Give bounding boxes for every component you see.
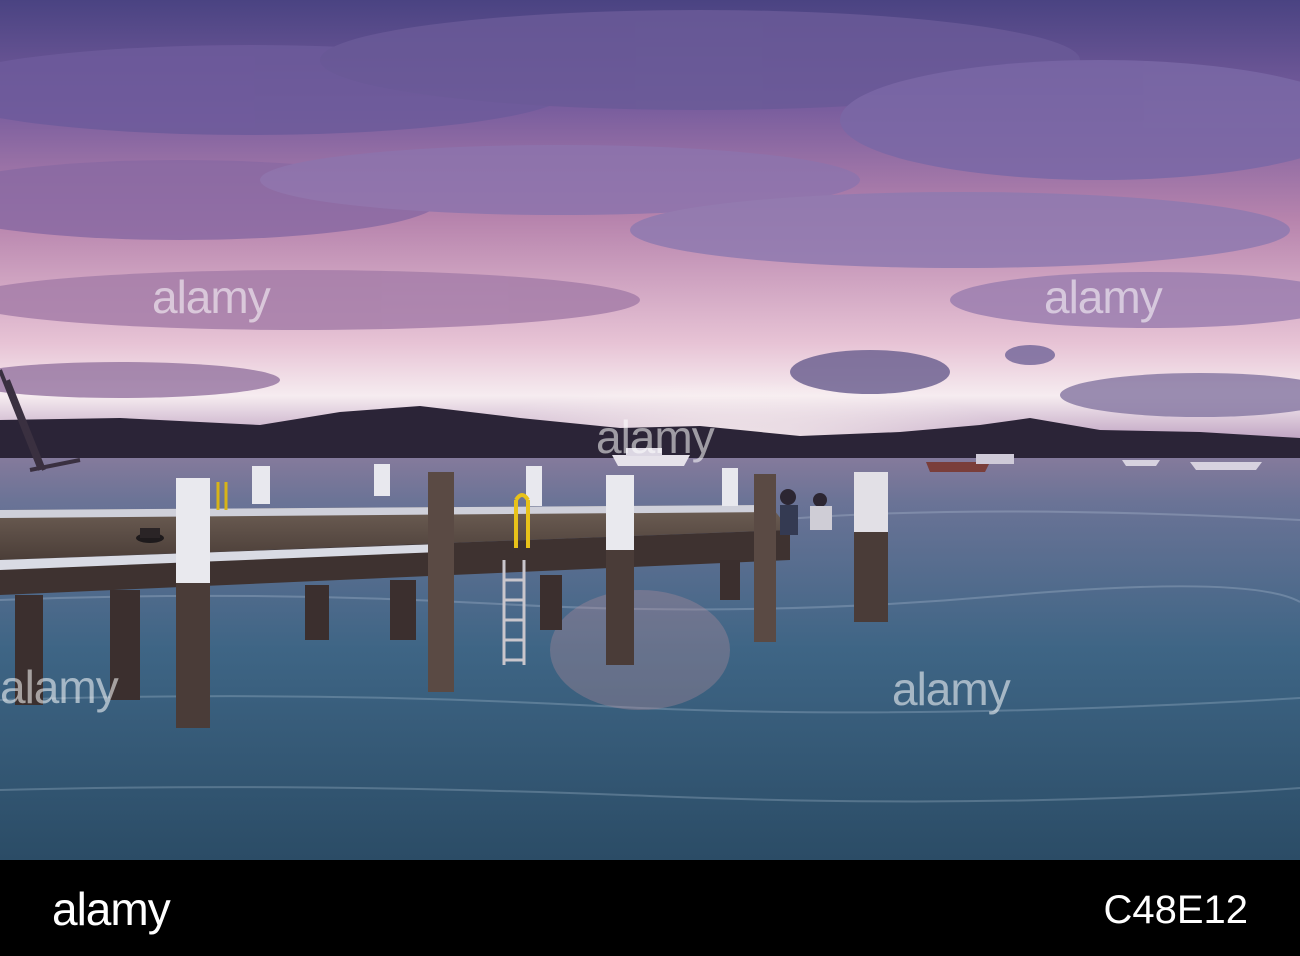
sunset-reflection	[550, 590, 730, 710]
alamy-logo: alamy	[52, 883, 171, 935]
stock-photo: alamy alamy alamy alamy alamy	[0, 0, 1300, 860]
watermark: alamy	[596, 411, 715, 463]
footer-bar: alamy C48E12	[0, 860, 1300, 956]
watermark: alamy	[1044, 271, 1163, 323]
watermark: alamy	[892, 663, 1011, 715]
image-id: C48E12	[1103, 888, 1248, 932]
watermark: alamy	[152, 271, 271, 323]
watermark: alamy	[0, 661, 119, 713]
